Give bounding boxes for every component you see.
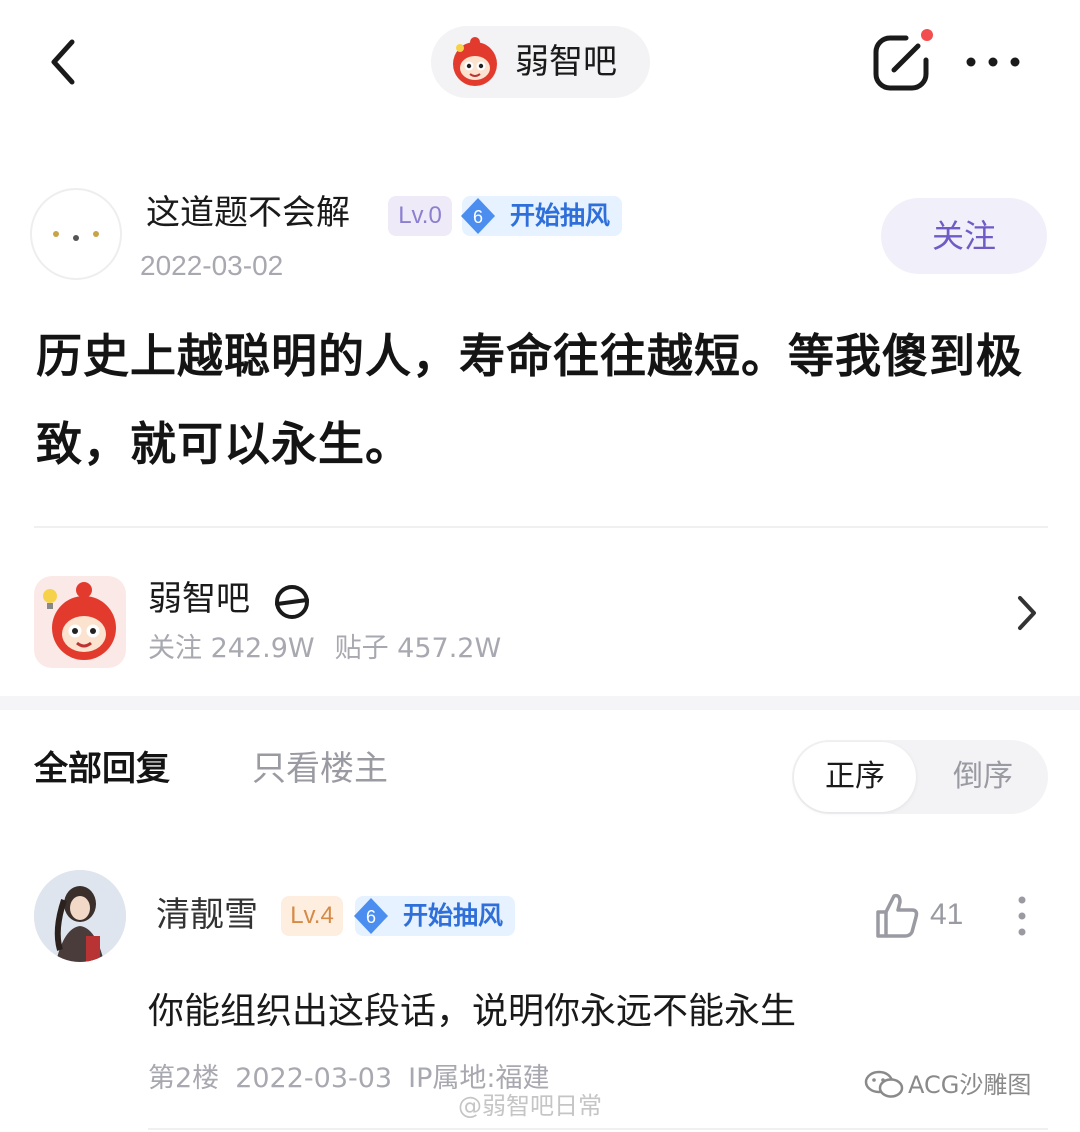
user-photo-avatar — [34, 870, 126, 962]
like-button[interactable] — [874, 890, 920, 940]
tab-all-replies[interactable]: 全部回复 — [34, 746, 170, 792]
follow-button[interactable]: 关注 — [881, 198, 1047, 274]
forum-card[interactable]: 弱智吧 关注 242.9W 贴子 457.2W — [0, 550, 1080, 680]
gem-icon: 6 — [461, 198, 495, 234]
title-badge: 6 开始抽风 — [461, 196, 622, 236]
forum-name: 弱智吧 — [148, 579, 250, 619]
forum-mascot-icon — [43, 582, 116, 660]
comment-text: 你能组织出这段话，说明你永远不能永生 — [148, 991, 797, 1032]
like-count: 41 — [930, 898, 964, 931]
back-arrow-icon — [51, 39, 75, 85]
commenter-name[interactable]: 清靓雪 — [156, 892, 258, 938]
sort-ascending-button[interactable]: 正序 — [794, 742, 916, 812]
sort-toggle: 正序 倒序 — [792, 740, 1048, 814]
level-badge: Lv.4 — [281, 896, 343, 936]
gem-icon: 6 — [354, 898, 388, 934]
watermark-right-text: ACG沙雕图 — [908, 1071, 1032, 1099]
sort-descending-button[interactable]: 倒序 — [920, 742, 1046, 812]
comment-date: 2022-03-03 — [235, 1063, 393, 1094]
title-text: 开始抽风 — [510, 201, 611, 230]
back-button[interactable] — [38, 30, 98, 94]
tab-op-only[interactable]: 只看楼主 — [252, 746, 388, 792]
commenter-avatar[interactable] — [34, 870, 126, 962]
svg-text:6: 6 — [366, 907, 376, 927]
notification-dot — [921, 29, 933, 41]
forum-pill[interactable]: 弱智吧 — [431, 26, 650, 98]
chevron-right-icon — [1018, 596, 1036, 630]
wechat-icon — [864, 1070, 904, 1098]
forum-posts: 贴子 457.2W — [334, 633, 502, 664]
title-badge: 6 开始抽风 — [354, 896, 515, 936]
comment-floor: 第2楼 — [148, 1063, 220, 1094]
divider — [34, 526, 1048, 528]
author-name[interactable]: 这道题不会解 — [146, 190, 350, 236]
svg-text:6: 6 — [473, 207, 483, 227]
level-badge: Lv.0 — [388, 196, 452, 236]
post-content: 历史上越聪明的人，寿命往往越短。等我傻到极致，就可以永生。 — [36, 329, 1023, 471]
watermark-center: @弱智吧日常 — [458, 1092, 602, 1120]
author-avatar[interactable] — [30, 188, 122, 280]
forum-stats: 关注 242.9W 贴子 457.2W — [148, 630, 521, 668]
top-bar: 弱智吧 — [0, 0, 1080, 130]
section-divider — [0, 696, 1080, 710]
edit-post-icon — [873, 29, 933, 91]
post-date: 2022-03-02 — [140, 250, 284, 281]
thumbs-up-icon — [876, 893, 919, 938]
forum-mascot-icon — [453, 37, 497, 86]
comment-more-button[interactable] — [1010, 892, 1034, 940]
more-options-button[interactable] — [960, 38, 1030, 86]
forum-logo — [34, 576, 126, 668]
slashed-circle-icon — [275, 585, 309, 619]
more-dots-icon — [966, 57, 1020, 67]
divider — [148, 1128, 1048, 1130]
face-avatar-icon — [53, 231, 99, 241]
edit-post-button[interactable] — [866, 26, 938, 98]
vertical-dots-icon — [1018, 896, 1026, 936]
forum-title: 弱智吧 — [515, 42, 617, 82]
forum-followers: 关注 242.9W — [148, 633, 315, 664]
title-text: 开始抽风 — [403, 901, 504, 930]
